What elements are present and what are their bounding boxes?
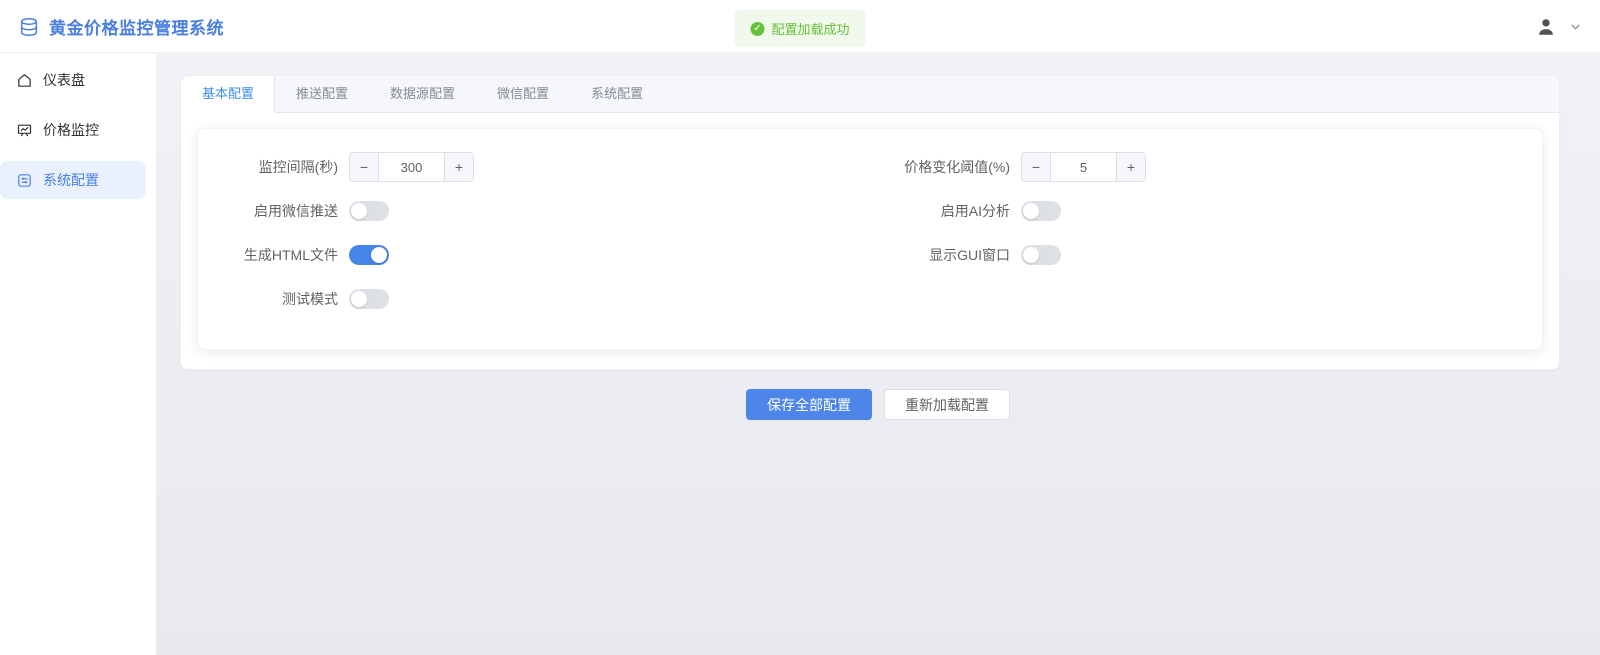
reload-config-button[interactable]: 重新加载配置 <box>884 389 1010 420</box>
decrease-button[interactable]: − <box>1022 153 1051 181</box>
generate-html-toggle[interactable] <box>349 245 389 265</box>
database-logo-icon <box>18 16 40 38</box>
sidebar-item-label: 系统配置 <box>43 170 99 190</box>
monitor-interval-stepper: − + <box>349 152 474 182</box>
chart-board-icon <box>16 122 33 139</box>
gui-window-toggle[interactable] <box>1021 245 1061 265</box>
toggle-knob <box>351 203 367 219</box>
top-header: 黄金价格监控管理系统 ✓ 配置加载成功 <box>0 0 1600 53</box>
success-check-icon: ✓ <box>750 22 764 36</box>
increase-button[interactable]: + <box>444 153 473 181</box>
sidebar-item-dashboard[interactable]: 仪表盘 <box>0 61 146 99</box>
sidebar-item-label: 仪表盘 <box>43 70 85 90</box>
increase-button[interactable]: + <box>1116 153 1145 181</box>
test-mode-toggle[interactable] <box>349 289 389 309</box>
toggle-knob <box>1023 203 1039 219</box>
sidebar-item-system-config[interactable]: 系统配置 <box>0 161 146 199</box>
chevron-down-icon <box>1569 20 1582 33</box>
home-icon <box>16 72 33 89</box>
success-alert-text: 配置加载成功 <box>771 19 849 38</box>
monitor-interval-input[interactable] <box>379 153 444 181</box>
ai-analysis-toggle[interactable] <box>1021 201 1061 221</box>
price-threshold-input[interactable] <box>1051 153 1116 181</box>
main-content: 基本配置 推送配置 数据源配置 微信配置 系统配置 监控间隔(秒) − <box>156 53 1600 655</box>
form-row-ai-analysis: 启用AI分析 <box>870 189 1542 233</box>
form-row-price-threshold: 价格变化阈值(%) − + <box>870 145 1542 189</box>
toggle-knob <box>371 247 387 263</box>
user-icon <box>1535 16 1557 38</box>
decrease-button[interactable]: − <box>350 153 379 181</box>
tab-datasource-config[interactable]: 数据源配置 <box>369 76 476 112</box>
config-tabs: 基本配置 推送配置 数据源配置 微信配置 系统配置 <box>181 76 1559 113</box>
config-card: 基本配置 推送配置 数据源配置 微信配置 系统配置 监控间隔(秒) − <box>180 75 1560 370</box>
tab-push-config[interactable]: 推送配置 <box>275 76 369 112</box>
user-menu-chevron[interactable] <box>1569 20 1582 33</box>
brand: 黄金价格监控管理系统 <box>18 0 224 53</box>
field-label: 启用AI分析 <box>870 201 1010 221</box>
tab-wechat-config[interactable]: 微信配置 <box>476 76 570 112</box>
sidebar-item-price-monitor[interactable]: 价格监控 <box>0 111 146 149</box>
field-label: 启用微信推送 <box>198 201 338 221</box>
app-title: 黄金价格监控管理系统 <box>49 14 224 39</box>
sidebar: 仪表盘 价格监控 系统配置 <box>0 53 156 655</box>
wechat-push-toggle[interactable] <box>349 201 389 221</box>
basic-config-panel: 监控间隔(秒) − + 启用微信推送 <box>197 128 1543 350</box>
field-label: 生成HTML文件 <box>198 245 338 265</box>
sidebar-item-label: 价格监控 <box>43 120 99 140</box>
field-label: 显示GUI窗口 <box>870 245 1010 265</box>
success-alert: ✓ 配置加载成功 <box>734 10 865 47</box>
field-label: 价格变化阈值(%) <box>870 157 1010 177</box>
tab-basic-config[interactable]: 基本配置 <box>181 76 275 113</box>
form-row-generate-html: 生成HTML文件 <box>198 233 870 277</box>
save-all-config-button[interactable]: 保存全部配置 <box>746 389 872 420</box>
price-threshold-stepper: − + <box>1021 152 1146 182</box>
toggle-knob <box>1023 247 1039 263</box>
user-avatar-button[interactable] <box>1535 16 1557 38</box>
form-row-wechat-push: 启用微信推送 <box>198 189 870 233</box>
field-label: 测试模式 <box>198 289 338 309</box>
footer-actions: 保存全部配置 重新加载配置 <box>156 389 1600 420</box>
form-row-gui-window: 显示GUI窗口 <box>870 233 1542 277</box>
field-label: 监控间隔(秒) <box>198 157 338 177</box>
form-row-test-mode: 测试模式 <box>198 277 870 321</box>
tab-system-config[interactable]: 系统配置 <box>570 76 664 112</box>
settings-panel-icon <box>16 172 33 189</box>
form-row-monitor-interval: 监控间隔(秒) − + <box>198 145 870 189</box>
toggle-knob <box>351 291 367 307</box>
